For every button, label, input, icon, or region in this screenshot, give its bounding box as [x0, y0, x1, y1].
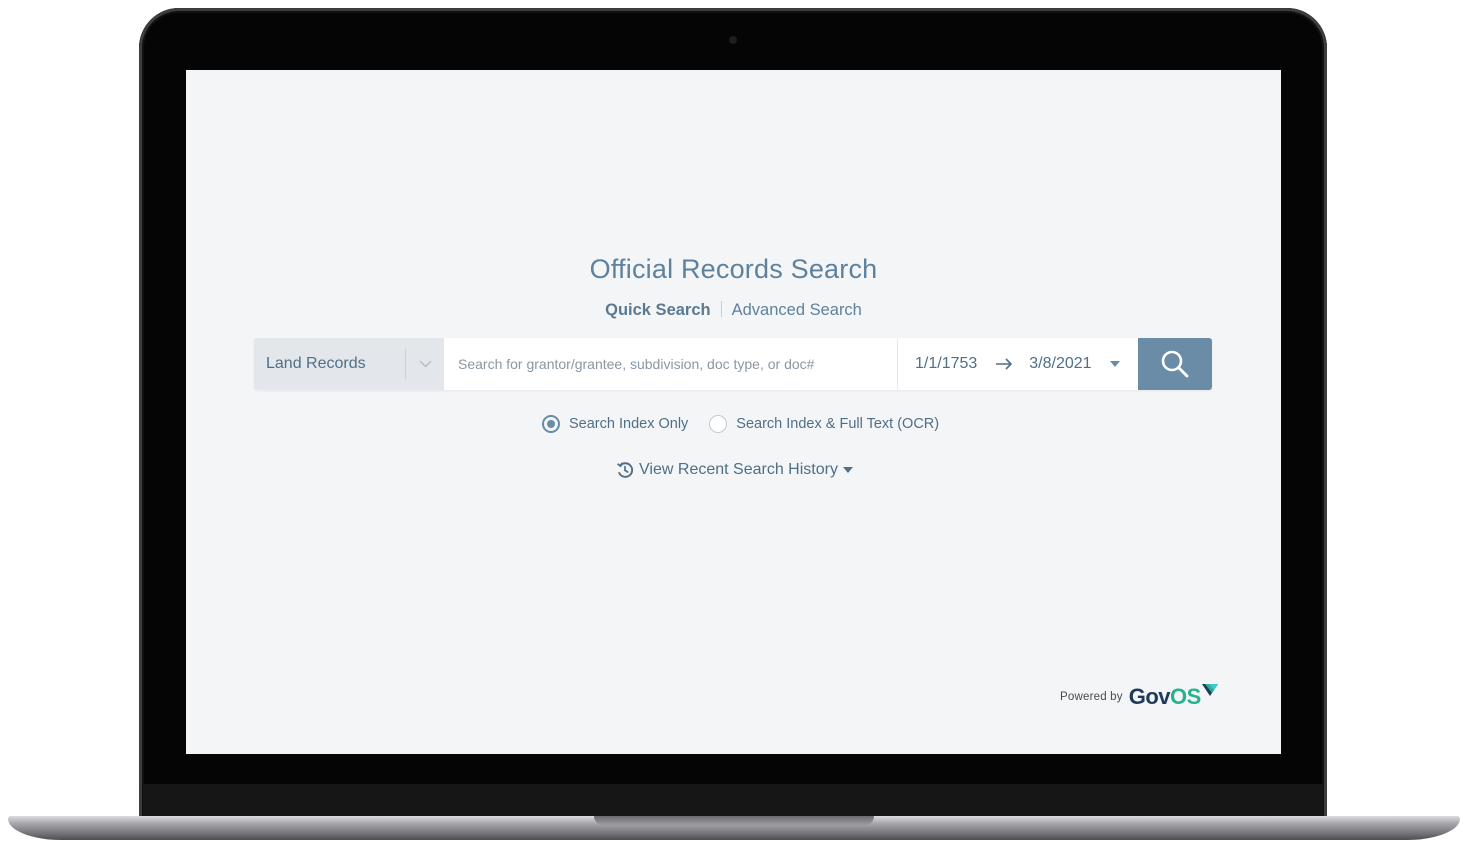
radio-index-full-text[interactable]: [709, 415, 728, 433]
search-mode-tabs: Quick Search Advanced Search: [186, 301, 1281, 320]
brand-logo-gov: Gov: [1128, 684, 1171, 709]
date-range-picker: 1/1/1753 3/8/2021: [898, 338, 1138, 390]
tab-divider: [720, 301, 722, 317]
department-select[interactable]: Land Records: [254, 338, 444, 390]
arrow-right-icon: [995, 358, 1013, 370]
option-index-only-label: Search Index Only: [569, 416, 689, 432]
option-index-full-text[interactable]: Search Index & Full Text (OCR): [709, 415, 939, 433]
brand-logo-os: OS: [1170, 684, 1201, 709]
brand-mark-icon: [1201, 683, 1219, 697]
laptop-mockup: Official Records Search Quick Search Adva…: [0, 0, 1469, 846]
powered-by-label: Powered by: [1060, 691, 1123, 703]
caret-down-icon[interactable]: [1109, 360, 1120, 368]
option-index-only[interactable]: Search Index Only: [542, 415, 688, 433]
history-icon: [616, 461, 634, 479]
search-scope-options: Search Index Only Search Index & Full Te…: [542, 415, 939, 433]
search-bar: Land Records 1/1/1753 3/8/2021: [254, 338, 1212, 390]
tab-quick-search[interactable]: Quick Search: [605, 301, 710, 319]
search-icon: [1160, 349, 1190, 379]
search-input[interactable]: [444, 338, 898, 390]
option-index-full-text-label: Search Index & Full Text (OCR): [736, 416, 940, 432]
app-screen: Official Records Search Quick Search Adva…: [186, 70, 1281, 754]
radio-index-only[interactable]: [542, 415, 560, 433]
search-history-row: View Recent Search History: [186, 461, 1281, 479]
date-to[interactable]: 3/8/2021: [1029, 355, 1091, 373]
date-from[interactable]: 1/1/1753: [915, 355, 977, 373]
chevron-down-icon[interactable]: [406, 360, 444, 368]
search-button[interactable]: [1138, 338, 1212, 390]
tab-advanced-search[interactable]: Advanced Search: [732, 301, 862, 319]
laptop-bottom-bezel: [143, 784, 1323, 816]
caret-down-icon: [842, 466, 853, 474]
powered-by-brand: Powered by Gov OS: [1060, 684, 1219, 710]
laptop-base-notch: [594, 816, 874, 825]
department-select-value: Land Records: [266, 355, 366, 372]
search-history-label: View Recent Search History: [639, 461, 838, 478]
search-history-toggle[interactable]: View Recent Search History: [616, 461, 853, 479]
camera-icon: [729, 36, 737, 44]
page-title: Official Records Search: [589, 254, 878, 284]
